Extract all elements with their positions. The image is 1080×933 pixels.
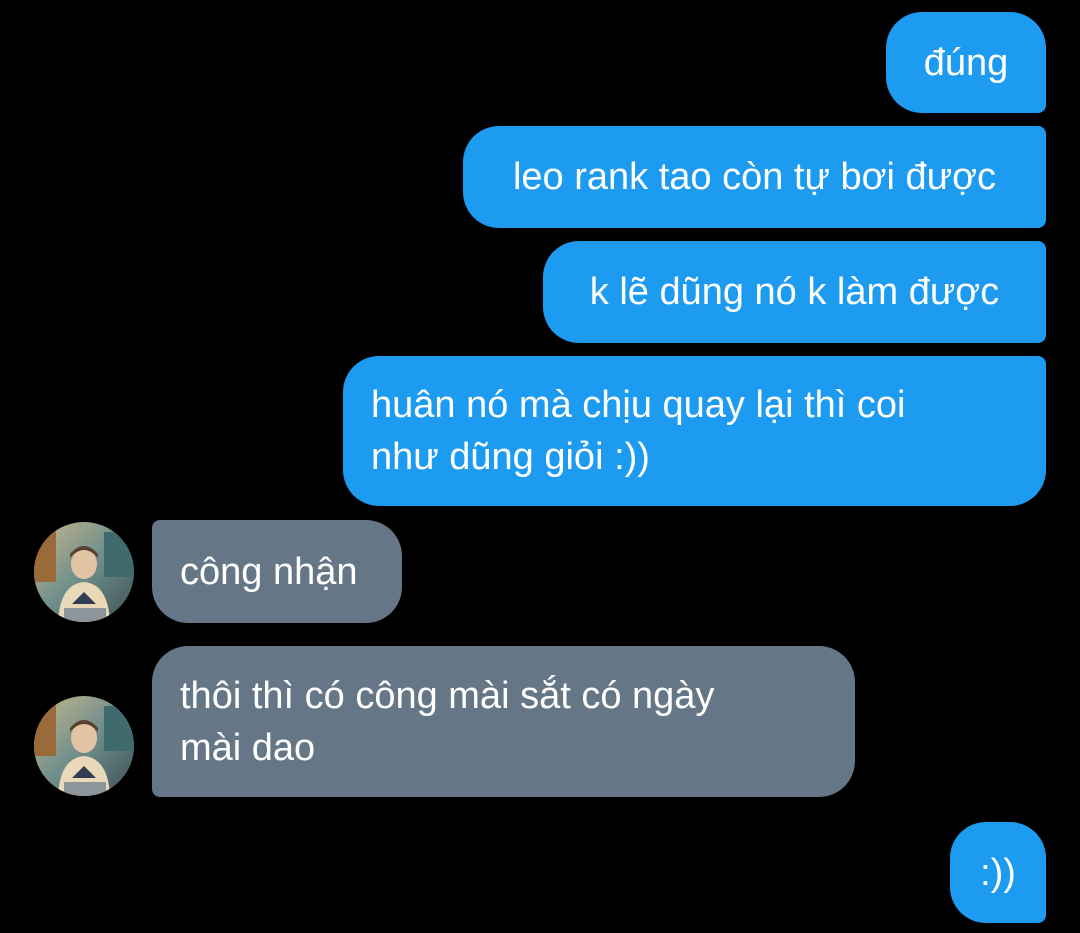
message-text: leo rank tao còn tự bơi được (512, 156, 997, 198)
contact-avatar[interactable] (34, 522, 134, 622)
message-bubble-outgoing[interactable]: :)) (950, 822, 1046, 923)
message-bubble-outgoing[interactable]: đúng (886, 12, 1046, 113)
message-text: công nhận (180, 550, 358, 593)
message-text: đúng (923, 41, 1009, 84)
message-bubble-incoming[interactable]: công nhận (152, 520, 402, 623)
message-text: huân nó mà chịu quay lại thì coi như dũn… (371, 384, 906, 478)
message-text: k lẽ dũng nó k làm được (589, 271, 1000, 313)
message-text: thôi thì có công mài sắt có ngày mài dao (180, 674, 715, 769)
message-bubble-incoming[interactable]: thôi thì có công mài sắt có ngày mài dao (152, 646, 855, 797)
message-text: :)) (980, 851, 1016, 894)
message-bubble-outgoing[interactable]: leo rank tao còn tự bơi được (463, 126, 1046, 228)
message-bubble-outgoing[interactable]: k lẽ dũng nó k làm được (543, 241, 1046, 343)
message-bubble-outgoing[interactable]: huân nó mà chịu quay lại thì coi như dũn… (343, 356, 1046, 506)
avatar-photo (34, 696, 134, 796)
avatar-photo (34, 522, 134, 622)
contact-avatar[interactable] (34, 696, 134, 796)
